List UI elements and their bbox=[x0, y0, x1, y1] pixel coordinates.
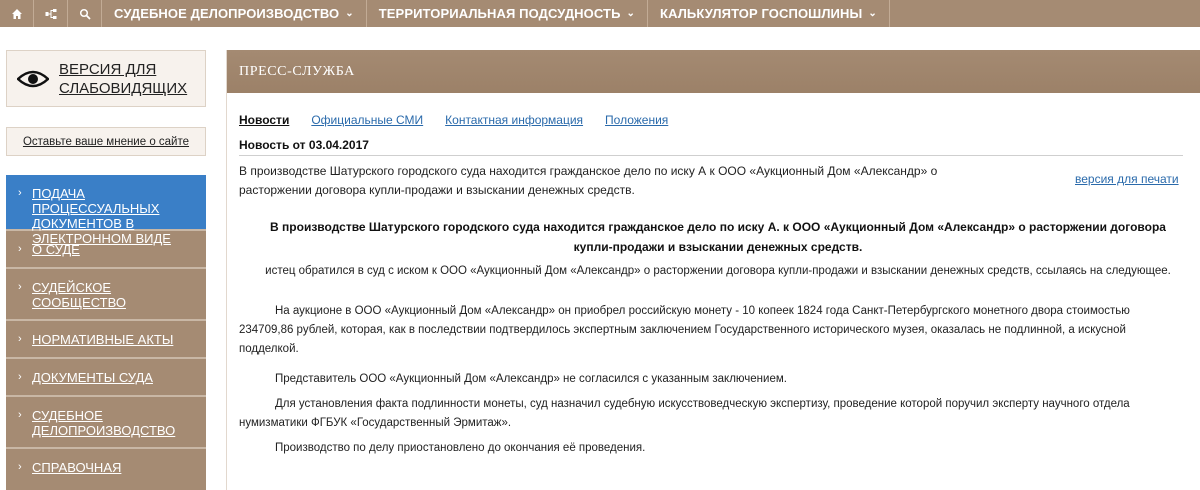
top-menu-court-proceedings[interactable]: СУДЕБНОЕ ДЕЛОПРОИЗВОДСТВО ⌄ bbox=[102, 0, 367, 27]
chevron-right-icon: › bbox=[18, 409, 22, 421]
article-paragraph: Представитель ООО «Аукционный Дом «Алекс… bbox=[275, 373, 787, 385]
chevron-down-icon: ⌄ bbox=[868, 8, 877, 19]
chevron-down-icon: ⌄ bbox=[626, 8, 636, 19]
sidebar-item-reference[interactable]: › СПРАВОЧНАЯ bbox=[6, 449, 206, 489]
article-paragraph: истец обратился в суд с иском к ООО «Аук… bbox=[265, 265, 1171, 277]
tab-official-media[interactable]: Официальные СМИ bbox=[311, 113, 423, 127]
chevron-right-icon: › bbox=[18, 187, 22, 199]
news-summary: В производстве Шатурского городского суд… bbox=[239, 164, 938, 197]
tab-regulations[interactable]: Положения bbox=[605, 113, 668, 127]
top-menu-territorial-jurisdiction[interactable]: ТЕРРИТОРИАЛЬНАЯ ПОДСУДНОСТЬ ⌄ bbox=[367, 0, 649, 27]
sitemap-icon[interactable] bbox=[34, 0, 68, 27]
article-title: В производстве Шатурского городского суд… bbox=[270, 220, 1166, 254]
eye-icon bbox=[17, 70, 49, 87]
divider bbox=[239, 155, 1183, 156]
chevron-right-icon: › bbox=[18, 243, 22, 255]
feedback-link[interactable]: Оставьте ваше мнение о сайте bbox=[23, 136, 189, 148]
sidebar-item-court-proceedings[interactable]: › СУДЕБНОЕ ДЕЛОПРОИЗВОДСТВО bbox=[6, 397, 206, 449]
section-tabs: Новости Официальные СМИ Контактная инфор… bbox=[239, 113, 690, 127]
sidebar-item-electronic-filing[interactable]: › ПОДАЧА ПРОЦЕССУАЛЬНЫХ ДОКУМЕНТОВ В ЭЛЕ… bbox=[6, 175, 206, 246]
chevron-right-icon: › bbox=[18, 461, 22, 473]
sidebar-menu: › ПОДАЧА ПРОЦЕССУАЛЬНЫХ ДОКУМЕНТОВ В ЭЛЕ… bbox=[6, 175, 206, 490]
feedback-box: Оставьте ваше мнение о сайте bbox=[6, 127, 206, 156]
top-navigation-bar: СУДЕБНОЕ ДЕЛОПРОИЗВОДСТВО ⌄ ТЕРРИТОРИАЛЬ… bbox=[0, 0, 1200, 27]
visually-impaired-version-button[interactable]: ВЕРСИЯ ДЛЯ СЛАБОВИДЯЩИХ bbox=[6, 50, 206, 107]
tab-news[interactable]: Новости bbox=[239, 113, 289, 127]
print-version-link[interactable]: версия для печати bbox=[1075, 172, 1179, 186]
article-paragraph: Для установления факта подлинности монет… bbox=[239, 398, 1130, 429]
news-date: Новость от 03.04.2017 bbox=[239, 138, 369, 152]
search-icon[interactable] bbox=[68, 0, 102, 27]
article-paragraph: На аукционе в ООО «Аукционный Дом «Алекс… bbox=[239, 305, 1130, 355]
sidebar-item-regulations[interactable]: › НОРМАТИВНЫЕ АКТЫ bbox=[6, 321, 206, 359]
visually-impaired-label: ВЕРСИЯ ДЛЯ СЛАБОВИДЯЩИХ bbox=[59, 60, 188, 97]
sidebar-item-court-documents[interactable]: › ДОКУМЕНТЫ СУДА bbox=[6, 359, 206, 397]
chevron-down-icon: ⌄ bbox=[345, 8, 354, 19]
article-paragraph: Производство по делу приостановлено до о… bbox=[275, 442, 646, 454]
page-title: ПРЕСС-СЛУЖБА bbox=[227, 50, 1200, 93]
sidebar-item-judicial-community[interactable]: › СУДЕЙСКОЕ СООБЩЕСТВО bbox=[6, 269, 206, 321]
top-menu-fee-calculator[interactable]: КАЛЬКУЛЯТОР ГОСПОШЛИНЫ ⌄ bbox=[648, 0, 890, 27]
tab-contact-info[interactable]: Контактная информация bbox=[445, 113, 583, 127]
chevron-right-icon: › bbox=[18, 333, 22, 345]
chevron-right-icon: › bbox=[18, 281, 22, 293]
chevron-right-icon: › bbox=[18, 371, 22, 383]
main-content: ПРЕСС-СЛУЖБА Новости Официальные СМИ Кон… bbox=[226, 50, 1200, 490]
home-icon[interactable] bbox=[0, 0, 34, 27]
